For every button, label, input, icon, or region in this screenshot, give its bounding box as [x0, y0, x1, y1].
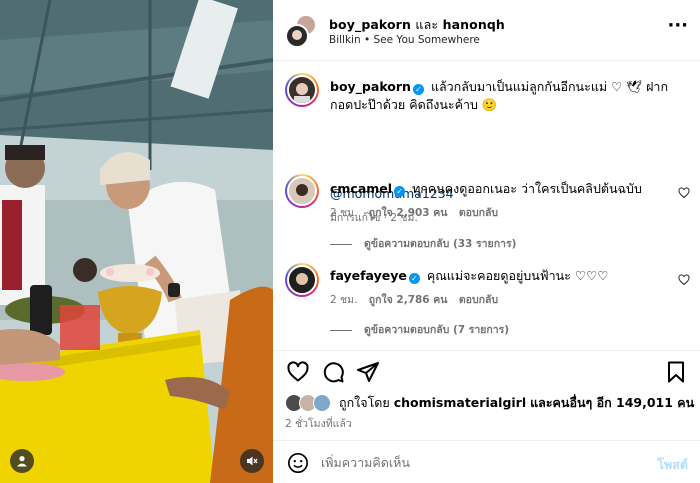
and-word: และ	[415, 17, 439, 32]
mute-toggle-button[interactable]	[240, 449, 264, 473]
caption-avatar[interactable]	[285, 73, 319, 107]
post-comment-button[interactable]: โพสต์	[657, 455, 688, 475]
reply-button[interactable]: ตอบกลับ	[459, 207, 498, 219]
view-replies-button[interactable]: ดูข้อความตอบกลับ (33 รายการ)	[330, 235, 516, 252]
replies-divider	[330, 329, 352, 331]
caption-username[interactable]: boy_pakorn	[330, 79, 411, 94]
reply-button[interactable]: ตอบกลับ	[459, 294, 498, 306]
heart-icon[interactable]	[286, 360, 310, 384]
verified-badge-icon: ✓	[408, 273, 420, 284]
comment-avatar[interactable]	[285, 174, 319, 208]
collab-avatars[interactable]	[285, 14, 319, 48]
author-username[interactable]: boy_pakorn	[329, 17, 411, 32]
comment-text: ทุกคนคงดูออกเนอะ ว่าใครเป็นคลิปต้นฉบับ	[412, 181, 642, 196]
comment-meta: 2 ชม. ถูกใจ 2,786 คน ตอบกลับ	[330, 291, 498, 308]
add-comment-input[interactable]	[321, 451, 641, 473]
music-separator: •	[363, 34, 371, 46]
comments-section[interactable]: boy_pakorn ✓ แล้วกลับมาเป็นแม่ลูกกันอีกนะ…	[273, 62, 700, 349]
comment-likes-count[interactable]: ถูกใจ 2,786 คน	[369, 294, 448, 306]
send-icon[interactable]	[356, 360, 380, 384]
liker-username[interactable]: chomismaterialgirl	[394, 395, 526, 410]
comment-avatar[interactable]	[285, 263, 319, 297]
add-comment-bar: โพสต์	[273, 440, 700, 483]
replies-divider	[330, 243, 352, 245]
verified-badge-icon: ✓	[412, 84, 424, 95]
more-options-button[interactable]: ···	[667, 17, 688, 35]
comment-likes-count[interactable]: ถูกใจ 2,903 คน	[369, 207, 448, 219]
comment-body: cmcamel ✓ ทุกคนคงดูออกเนอะ ว่าใครเป็นคลิป…	[330, 180, 642, 198]
avatar[interactable]	[285, 24, 309, 48]
music-song: See You Somewhere	[373, 34, 480, 46]
liker-avatars	[285, 394, 333, 412]
comment-time: 2 ชม.	[330, 207, 358, 219]
comment-text: คุณแม่จะคอยดูอยู่บนฟ้านะ ♡♡♡	[426, 268, 609, 283]
comment-like-heart-icon[interactable]	[678, 187, 690, 199]
view-replies-button[interactable]: ดูข้อความตอบกลับ (7 รายการ)	[330, 321, 509, 338]
speaker-muted-icon	[247, 456, 258, 466]
comment-meta: 2 ชม. ถูกใจ 2,903 คน ตอบกลับ	[330, 204, 498, 221]
post-details-panel: boy_pakorn และ hanonqh Billkin • See You…	[273, 0, 700, 483]
bookmark-icon[interactable]	[664, 360, 688, 384]
post-header: boy_pakorn และ hanonqh Billkin • See You…	[273, 0, 700, 61]
video-frame	[0, 0, 273, 483]
avatar	[287, 265, 317, 295]
avatar	[287, 176, 317, 206]
comment-icon[interactable]	[321, 360, 345, 384]
likes-text: ถูกใจโดย chomismaterialgirl และคนอื่นๆ อ…	[339, 393, 694, 413]
music-info[interactable]: Billkin • See You Somewhere	[329, 34, 480, 46]
comment-username[interactable]: fayefayeye	[330, 268, 407, 283]
comment-body: fayefayeye ✓ คุณแม่จะคอยดูอยู่บนฟ้านะ ♡♡♡	[330, 267, 608, 285]
comment-username[interactable]: cmcamel	[330, 181, 392, 196]
avatar	[287, 75, 317, 105]
verified-badge-icon: ✓	[394, 186, 406, 197]
view-replies-label: ดูข้อความตอบกลับ (33 รายการ)	[364, 238, 517, 250]
music-artist: Billkin	[329, 34, 361, 46]
post-action-bar	[273, 350, 700, 390]
more-horizontal-icon: ···	[667, 15, 688, 36]
likes-prefix: ถูกใจโดย	[339, 395, 390, 410]
view-replies-label: ดูข้อความตอบกลับ (7 รายการ)	[364, 324, 510, 336]
post-media-video[interactable]	[0, 0, 273, 483]
user-tag-icon	[17, 456, 27, 467]
likes-others-count[interactable]: และคนอื่นๆ อีก 149,011 คน	[530, 395, 694, 410]
post-authors: boy_pakorn และ hanonqh	[329, 15, 505, 35]
caption: boy_pakorn ✓ แล้วกลับมาเป็นแม่ลูกกันอีกนะ…	[330, 78, 670, 114]
avatar	[313, 394, 331, 412]
tag-people-button[interactable]	[10, 449, 34, 473]
comment-like-heart-icon[interactable]	[678, 274, 690, 286]
likes-summary[interactable]: ถูกใจโดย chomismaterialgirl และคนอื่นๆ อ…	[285, 394, 694, 412]
coauthor-username[interactable]: hanonqh	[443, 17, 505, 32]
comment-time: 2 ชม.	[330, 294, 358, 306]
post-timestamp[interactable]: 2 ชั่วโมงที่แล้ว	[285, 415, 352, 432]
emoji-icon[interactable]	[287, 452, 309, 474]
